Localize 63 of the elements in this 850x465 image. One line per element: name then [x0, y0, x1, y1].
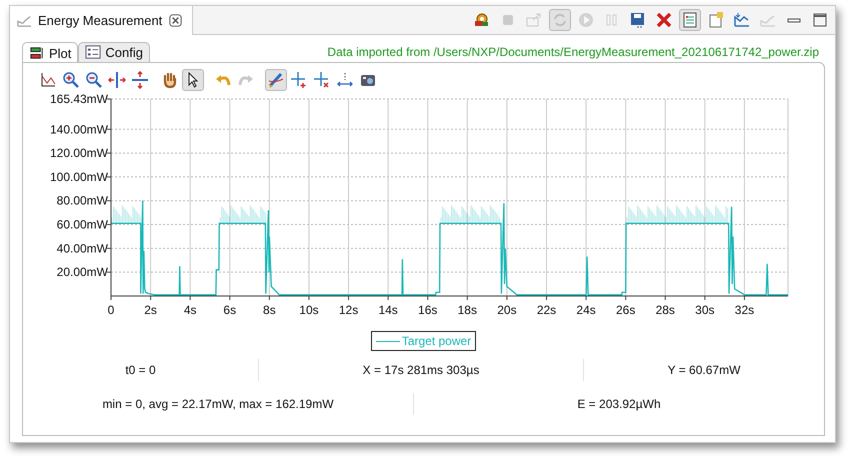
play-icon	[577, 11, 595, 29]
zoom-out-icon	[85, 71, 103, 89]
close-icon[interactable]	[167, 12, 184, 29]
x-tick-label: 4s	[184, 303, 197, 317]
stretch-icon	[108, 71, 126, 89]
pointer-button[interactable]	[182, 69, 204, 91]
brush-icon	[267, 71, 285, 89]
stat-value: Y = 60.67mW	[583, 359, 824, 381]
axis-icon	[39, 71, 57, 89]
y-tick-label: 165.43mW	[50, 93, 108, 106]
x-tick-label: 26s	[616, 303, 636, 317]
y-tick-label: 60.00mW	[56, 218, 108, 232]
y-tick-label: 100.00mW	[50, 170, 108, 184]
stretch-button[interactable]	[129, 69, 151, 91]
x-tick-label: 14s	[378, 303, 398, 317]
x-tick-label: 28s	[656, 303, 675, 317]
stretch-icon	[131, 71, 149, 89]
crosshair-icon	[290, 71, 308, 89]
export-icon	[525, 11, 543, 29]
tab[interactable]: Config	[78, 42, 150, 62]
measure-icon	[336, 71, 354, 89]
note-icon	[707, 11, 725, 29]
x-tick-label: 2s	[144, 303, 157, 317]
stat-value: E = 203.92µWh	[413, 393, 824, 415]
y-tick-label: 80.00mW	[56, 194, 108, 208]
brush-button[interactable]	[265, 69, 287, 91]
x-tick-label: 22s	[536, 303, 556, 317]
gear-icon	[473, 11, 491, 29]
y-tick-label: 20.00mW	[56, 265, 108, 280]
x-tick-label: 32s	[734, 303, 754, 317]
save-icon	[629, 11, 647, 29]
minimize-icon	[787, 18, 801, 22]
hand-icon	[161, 71, 179, 89]
y-tick-label: 140.00mW	[50, 122, 108, 136]
x-tick-label: 20s	[497, 303, 517, 317]
config-icon	[85, 44, 102, 61]
x-tick-label: 16s	[418, 303, 438, 317]
x-tick-label: 18s	[458, 303, 477, 317]
chart-icon	[733, 11, 751, 29]
list-button[interactable]	[679, 9, 701, 31]
x-tick-label: 10s	[299, 303, 319, 317]
sync-icon	[551, 11, 569, 29]
y-tick-label: 40.00mW	[56, 241, 108, 256]
stat-value: X = 17s 281ms 303µs	[258, 359, 583, 381]
chart-legend: Target power	[370, 331, 476, 351]
stat-value: min = 0, avg = 22.17mW, max = 162.19mW	[101, 396, 335, 413]
x-tick-label: 8s	[263, 303, 276, 317]
stretch-button[interactable]	[106, 69, 128, 91]
stat-value: t0 = 0	[124, 362, 157, 379]
crosshair-icon	[313, 71, 331, 89]
list-icon	[681, 11, 699, 29]
y-tick-label: 120.00mW	[50, 146, 108, 160]
x-tick-label: 30s	[695, 303, 715, 317]
tab[interactable]: Plot	[22, 42, 78, 63]
view-tab[interactable]: Energy Measurement	[10, 6, 194, 35]
x-tick-label: 24s	[576, 303, 596, 317]
x-tick-label: 6s	[223, 303, 236, 317]
zoom-in-icon	[62, 71, 80, 89]
x-tick-label: 12s	[338, 303, 358, 317]
delete-icon	[655, 11, 673, 29]
maximize-icon	[811, 11, 829, 29]
x-tick-label: 0	[108, 303, 114, 317]
import-message: Data imported from /Users/NXP/Documents/EnergyMeasurement_202106171742_power.zip	[327, 45, 820, 61]
